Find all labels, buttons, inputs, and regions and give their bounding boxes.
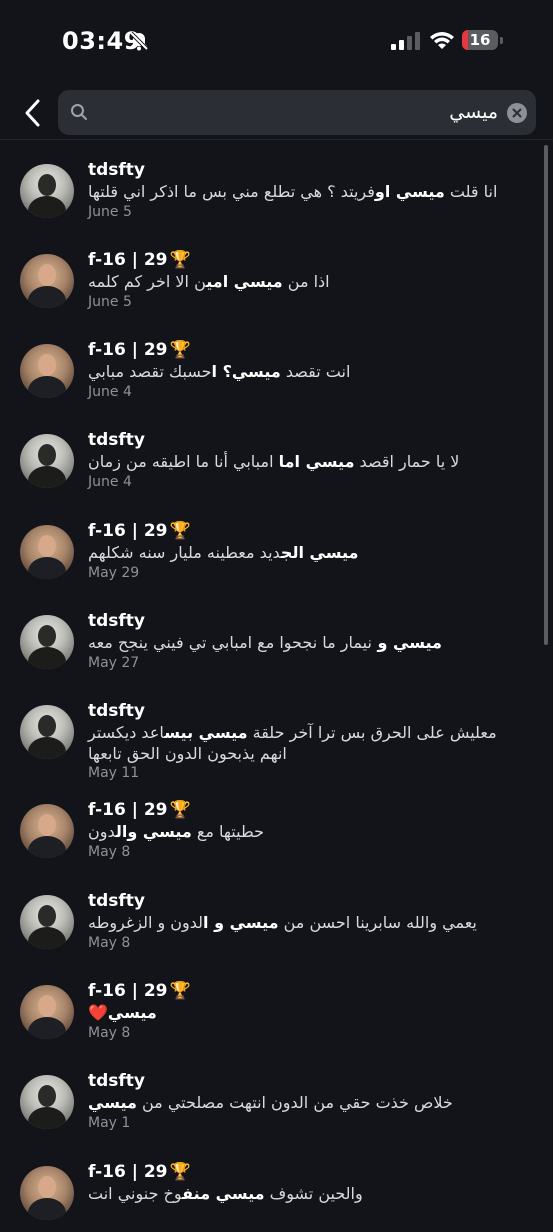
avatar[interactable] — [20, 705, 74, 759]
list-item[interactable]: f-16 | 29 🏆 حطيتها مع ميسي والدون May 8 — [0, 780, 553, 870]
status-bar: 03:49 16 — [0, 0, 553, 80]
message-preview: ميسي و نيمار ما نجحوا مع امبابي تي فيني … — [88, 633, 442, 652]
highlight-match: ميسي منف — [182, 1184, 265, 1203]
signal-icon — [391, 32, 420, 50]
message-date: May 1 — [88, 1115, 131, 1131]
avatar[interactable] — [20, 434, 74, 488]
search-input[interactable]: ميسي — [58, 90, 536, 135]
highlight-match: ميسي وال — [115, 822, 192, 841]
message-date: May 11 — [88, 765, 140, 781]
message-preview: معليش على الحرق بس ترا آخر حلقة ميسي بيس… — [88, 723, 497, 763]
list-item[interactable]: tdsfty لا يا حمار اقصد ميسي اما امبابي أن… — [0, 410, 553, 500]
avatar[interactable] — [20, 344, 74, 398]
sender-name: f-16 | 29 🏆 — [88, 1162, 191, 1182]
highlight-match: ميسي و ا — [203, 913, 279, 932]
wifi-icon — [430, 32, 454, 49]
avatar[interactable] — [20, 985, 74, 1039]
highlight-match: ميسي اما — [278, 452, 355, 471]
highlight-match: ميسي بيس — [164, 723, 248, 742]
message-preview: اذا من ميسي امين الا اخر كم كلمه — [88, 272, 330, 291]
message-date: May 8 — [88, 935, 131, 951]
message-date: June 5 — [88, 294, 132, 310]
highlight-match: ميسي الج — [280, 543, 359, 562]
avatar[interactable] — [20, 804, 74, 858]
trophy-icon: 🏆 — [169, 340, 191, 360]
sender-name: tdsfty — [88, 160, 146, 180]
search-icon — [71, 104, 87, 120]
highlight-match: ميسي — [107, 1003, 157, 1022]
search-query: ميسي — [449, 101, 498, 123]
battery-percent: 16 — [469, 31, 491, 49]
battery-icon: 16 — [462, 30, 498, 50]
search-results-list: tdsfty انا قلت ميسي اوفريتد ؟ هي تطلع مني… — [0, 140, 553, 1220]
message-date: June 4 — [88, 384, 132, 400]
list-item[interactable]: tdsfty يعمي والله سابرينا احسن من ميسي و … — [0, 871, 553, 961]
sender-name: f-16 | 29 🏆 — [88, 340, 191, 360]
message-preview: انت تقصد ميسي؟ احسبك تقصد مبابي — [88, 362, 351, 381]
list-item[interactable]: f-16 | 29 🏆 اذا من ميسي امين الا اخر كم كل… — [0, 230, 553, 320]
bell-slash-icon — [129, 31, 149, 51]
message-date: May 8 — [88, 844, 131, 860]
message-preview: خلاص خذت حقي من الدون انتهت مصلحتي من مي… — [88, 1093, 453, 1112]
list-item[interactable]: tdsfty معليش على الحرق بس ترا آخر حلقة مي… — [0, 681, 553, 781]
highlight-match: ميسي امي — [206, 272, 283, 291]
message-preview: ميسي الجديد معطينه مليار سنه شكلهم — [88, 543, 359, 562]
sender-name: f-16 | 29 🏆 — [88, 521, 191, 541]
chevron-left-icon[interactable] — [20, 98, 46, 128]
list-item[interactable]: f-16 | 29 🏆 والحين تشوف ميسي منفوخ جنوني ا… — [0, 1142, 553, 1232]
heart-icon: ❤️ — [88, 1003, 108, 1022]
avatar[interactable] — [20, 895, 74, 949]
sender-name: tdsfty — [88, 1071, 146, 1091]
list-item[interactable]: f-16 | 29 🏆 ميسي الجديد معطينه مليار سنه ش… — [0, 501, 553, 591]
highlight-match: ميسي؟ ا — [211, 362, 281, 381]
list-item[interactable]: f-16 | 29 🏆 ميسي❤️ May 8 — [0, 961, 553, 1051]
message-date: May 29 — [88, 565, 140, 581]
sender-name: f-16 | 29 🏆 — [88, 250, 191, 270]
list-item[interactable]: tdsfty ميسي و نيمار ما نجحوا مع امبابي تي… — [0, 591, 553, 681]
avatar[interactable] — [20, 1075, 74, 1129]
message-date: May 27 — [88, 655, 140, 671]
clear-icon[interactable] — [507, 103, 527, 123]
list-item[interactable]: tdsfty انا قلت ميسي اوفريتد ؟ هي تطلع مني… — [0, 140, 553, 230]
trophy-icon: 🏆 — [169, 981, 191, 1001]
sender-name: tdsfty — [88, 891, 146, 911]
highlight-match: ميسي او — [374, 182, 445, 201]
sender-name: f-16 | 29 🏆 — [88, 981, 191, 1001]
avatar[interactable] — [20, 1166, 74, 1220]
sender-name: tdsfty — [88, 430, 146, 450]
message-preview: حطيتها مع ميسي والدون — [88, 822, 264, 841]
message-date: June 4 — [88, 474, 132, 490]
trophy-icon: 🏆 — [169, 521, 191, 541]
message-preview: ميسي❤️ — [88, 1002, 528, 1023]
message-preview: انا قلت ميسي اوفريتد ؟ هي تطلع مني بس ما… — [88, 182, 498, 201]
message-preview: يعمي والله سابرينا احسن من ميسي و الدون … — [88, 913, 477, 932]
highlight-match: ميسي — [88, 1093, 137, 1112]
sender-name: tdsfty — [88, 611, 146, 631]
message-preview: لا يا حمار اقصد ميسي اما امبابي أنا ما ا… — [88, 452, 460, 471]
highlight-match: ميسي و — [371, 633, 442, 652]
scrollbar[interactable] — [544, 145, 548, 645]
trophy-icon: 🏆 — [169, 250, 191, 270]
sender-name: f-16 | 29 🏆 — [88, 800, 191, 820]
list-item[interactable]: f-16 | 29 🏆 انت تقصد ميسي؟ احسبك تقصد مباب… — [0, 320, 553, 410]
message-date: June 5 — [88, 204, 132, 220]
avatar[interactable] — [20, 615, 74, 669]
avatar[interactable] — [20, 254, 74, 308]
sender-name: tdsfty — [88, 701, 146, 721]
message-preview: والحين تشوف ميسي منفوخ جنوني انت — [88, 1184, 363, 1203]
avatar[interactable] — [20, 525, 74, 579]
trophy-icon: 🏆 — [169, 1162, 191, 1182]
battery-tip — [500, 37, 503, 44]
trophy-icon: 🏆 — [169, 800, 191, 820]
list-item[interactable]: tdsfty خلاص خذت حقي من الدون انتهت مصلحتي… — [0, 1051, 553, 1141]
search-header: ميسي — [0, 84, 553, 140]
avatar[interactable] — [20, 164, 74, 218]
message-date: May 8 — [88, 1025, 131, 1041]
